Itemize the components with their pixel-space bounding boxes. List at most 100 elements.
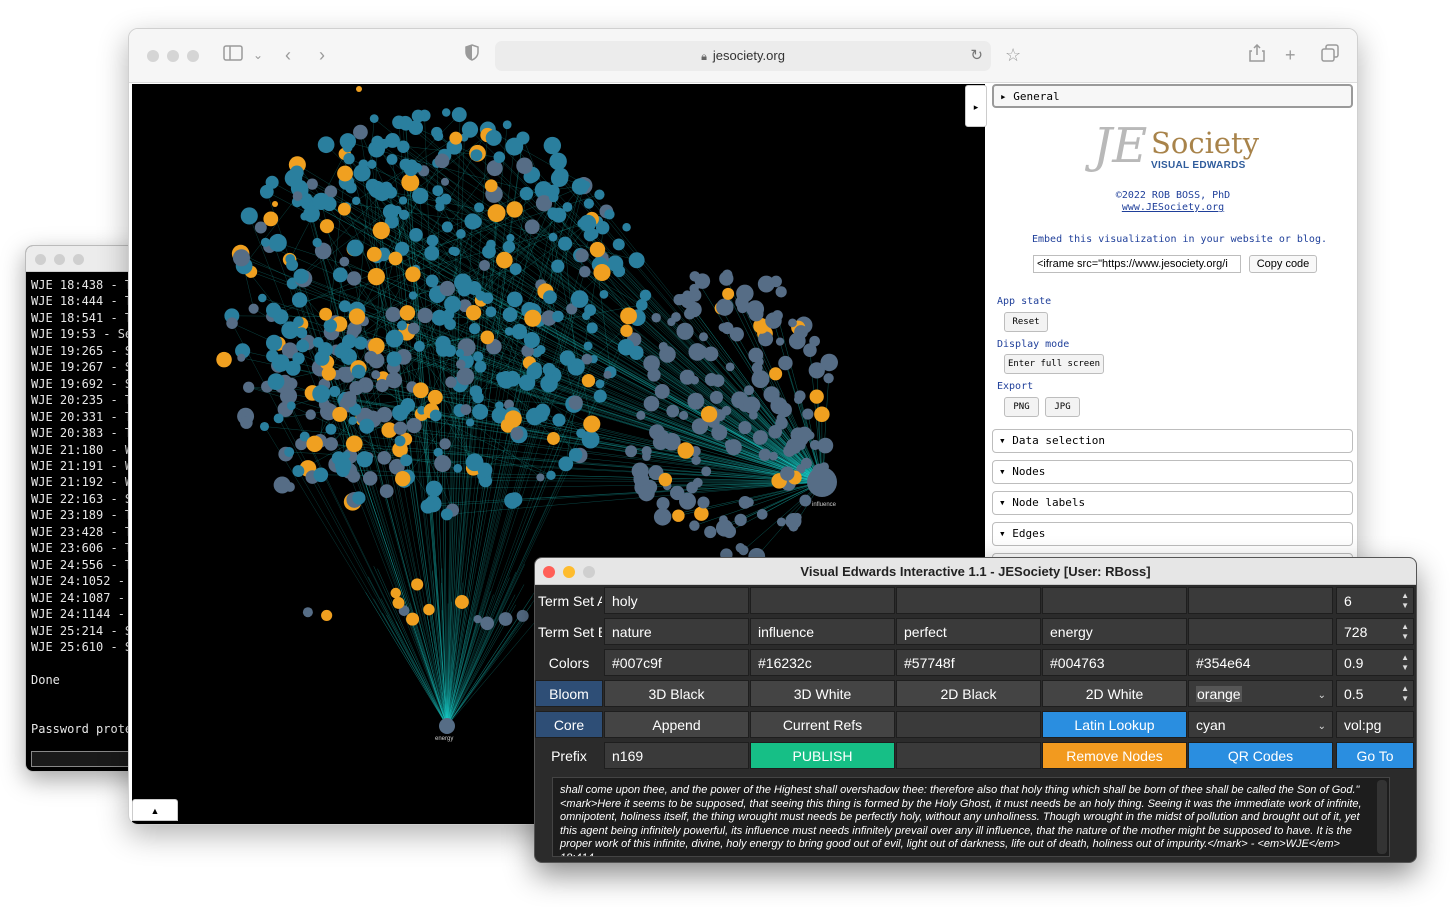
3d-white-button[interactable]: 3D White bbox=[750, 680, 895, 707]
graph-node[interactable] bbox=[286, 401, 296, 411]
graph-node[interactable] bbox=[638, 484, 655, 502]
graph-node[interactable] bbox=[516, 609, 529, 622]
graph-node[interactable] bbox=[342, 451, 351, 460]
copy-code-button[interactable]: Copy code bbox=[1249, 255, 1317, 273]
graph-node[interactable] bbox=[581, 430, 600, 449]
website-link[interactable]: www.JESociety.org bbox=[989, 202, 1357, 213]
graph-node[interactable] bbox=[399, 305, 416, 321]
graph-node[interactable] bbox=[474, 360, 487, 373]
graph-node[interactable] bbox=[667, 317, 676, 327]
graph-node[interactable] bbox=[392, 404, 409, 421]
zoom-dot-icon[interactable] bbox=[73, 254, 84, 265]
3d-black-button[interactable]: 3D Black bbox=[604, 680, 749, 707]
graph-node[interactable] bbox=[506, 201, 523, 218]
graph-node[interactable] bbox=[722, 287, 735, 300]
prefix-field[interactable]: n169 bbox=[604, 742, 749, 769]
graph-node[interactable] bbox=[788, 318, 797, 328]
graph-node[interactable] bbox=[468, 322, 481, 335]
graph-node[interactable] bbox=[240, 207, 258, 225]
graph-node[interactable] bbox=[440, 177, 450, 186]
graph-node[interactable] bbox=[552, 167, 569, 184]
term-b-field-2[interactable]: influence bbox=[750, 618, 895, 645]
graph-node[interactable] bbox=[292, 191, 303, 201]
graph-node[interactable] bbox=[622, 223, 631, 232]
graph-node[interactable] bbox=[519, 186, 534, 201]
graph-node[interactable] bbox=[362, 471, 378, 486]
publish-button[interactable]: PUBLISH bbox=[750, 742, 895, 769]
graph-node[interactable] bbox=[292, 465, 305, 477]
empty-field[interactable] bbox=[896, 711, 1041, 738]
minimize-dot-icon[interactable] bbox=[54, 254, 65, 265]
graph-node[interactable] bbox=[568, 447, 583, 462]
graph-node[interactable] bbox=[788, 521, 799, 532]
graph-node[interactable] bbox=[670, 485, 685, 501]
graph-node[interactable] bbox=[612, 238, 625, 251]
graph-node[interactable] bbox=[377, 451, 391, 465]
graph-node[interactable] bbox=[558, 236, 573, 251]
graph-node[interactable] bbox=[435, 196, 444, 205]
graph-node[interactable] bbox=[293, 316, 304, 327]
graph-node[interactable] bbox=[398, 116, 407, 126]
graph-node[interactable] bbox=[593, 389, 607, 403]
bottom-toggle-button[interactable]: ▲ bbox=[132, 799, 178, 821]
graph-node[interactable] bbox=[746, 300, 765, 318]
graph-node[interactable] bbox=[472, 403, 489, 420]
graph-node[interactable] bbox=[758, 448, 771, 461]
graph-node[interactable] bbox=[408, 291, 418, 300]
graph-node[interactable] bbox=[677, 442, 694, 459]
graph-node[interactable] bbox=[268, 233, 287, 252]
graph-node[interactable] bbox=[321, 366, 336, 381]
graph-node[interactable] bbox=[654, 383, 670, 399]
graph-node[interactable] bbox=[305, 409, 316, 420]
graph-node[interactable] bbox=[395, 471, 411, 487]
graph-node[interactable] bbox=[738, 495, 752, 509]
graph-node[interactable] bbox=[455, 359, 466, 370]
graph-node[interactable] bbox=[502, 307, 518, 323]
graph-node[interactable] bbox=[542, 362, 556, 376]
graph-node[interactable] bbox=[599, 289, 609, 299]
graph-node[interactable] bbox=[352, 491, 366, 505]
graph-node[interactable] bbox=[411, 109, 425, 123]
folder-edges[interactable]: ▾ Edges bbox=[992, 522, 1353, 546]
graph-node[interactable] bbox=[356, 86, 362, 92]
graph-node[interactable] bbox=[743, 396, 761, 414]
graph-node[interactable] bbox=[216, 351, 232, 368]
graph-node[interactable] bbox=[653, 508, 672, 526]
graph-node[interactable] bbox=[348, 416, 357, 425]
zoom-dot-icon[interactable] bbox=[583, 566, 595, 578]
graph-node[interactable] bbox=[738, 421, 752, 435]
graph-node[interactable] bbox=[318, 342, 333, 357]
graph-node[interactable] bbox=[785, 438, 802, 455]
graph-node[interactable] bbox=[292, 352, 305, 365]
term-a-field-4[interactable] bbox=[1042, 587, 1187, 614]
graph-node[interactable] bbox=[345, 435, 363, 453]
graph-node[interactable] bbox=[587, 228, 599, 240]
graph-node[interactable] bbox=[406, 612, 420, 626]
graph-node[interactable] bbox=[332, 267, 348, 283]
graph-node[interactable] bbox=[736, 284, 754, 303]
graph-node[interactable] bbox=[636, 410, 646, 421]
graph-node[interactable] bbox=[475, 290, 486, 301]
graph-node[interactable] bbox=[465, 453, 484, 472]
graph-node[interactable] bbox=[386, 351, 402, 367]
graph-node[interactable] bbox=[423, 603, 435, 616]
graph-node[interactable] bbox=[334, 344, 349, 359]
graph-node[interactable] bbox=[444, 318, 456, 330]
graph-node[interactable] bbox=[656, 496, 670, 511]
graph-node[interactable] bbox=[348, 308, 366, 325]
empty-field-2[interactable] bbox=[896, 742, 1041, 769]
graph-node[interactable] bbox=[686, 481, 698, 494]
graph-node[interactable] bbox=[725, 362, 735, 372]
go-to-button[interactable]: Go To bbox=[1336, 742, 1414, 769]
graph-node[interactable] bbox=[768, 424, 783, 439]
graph-node[interactable] bbox=[342, 142, 353, 153]
graph-node[interactable] bbox=[694, 273, 711, 289]
graph-node[interactable] bbox=[794, 390, 806, 402]
graph-node[interactable] bbox=[485, 129, 502, 146]
graph-node[interactable] bbox=[407, 322, 420, 335]
graph-node[interactable] bbox=[431, 126, 443, 139]
graph-node[interactable] bbox=[450, 247, 460, 257]
graph-node[interactable] bbox=[485, 306, 497, 318]
graph-node[interactable] bbox=[425, 274, 439, 288]
graph-node[interactable] bbox=[417, 307, 433, 324]
